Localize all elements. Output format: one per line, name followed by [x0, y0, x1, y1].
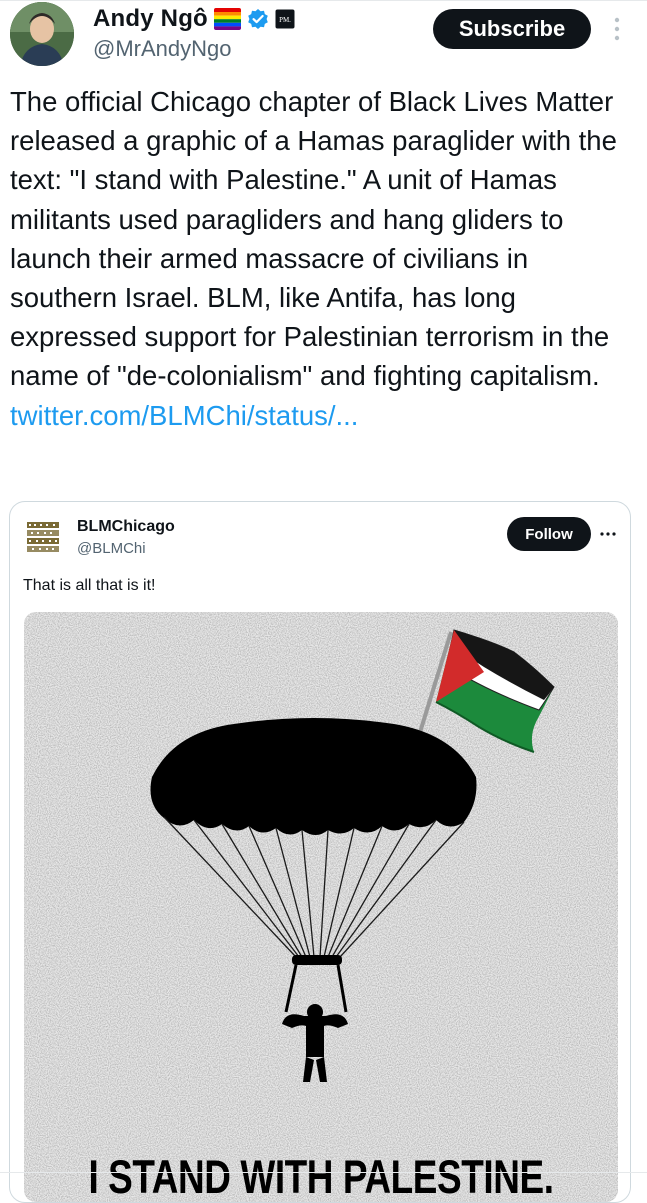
- top-divider: [0, 0, 647, 1]
- quoted-author-handle[interactable]: @BLMChi: [77, 540, 146, 557]
- quoted-author-avatar[interactable]: [26, 520, 60, 554]
- quoted-author-name[interactable]: BLMChicago: [77, 518, 175, 536]
- author-handle[interactable]: @MrAndyNgo: [93, 36, 232, 62]
- tweet-text: The official Chicago chapter of Black Li…: [10, 82, 635, 435]
- rainbow-flag-icon: [213, 8, 241, 30]
- more-horizontal-icon[interactable]: [598, 524, 618, 544]
- subscribe-button[interactable]: Subscribe: [433, 9, 591, 49]
- affiliate-badge-text: PM.: [279, 16, 291, 24]
- author-display-name[interactable]: Andy Ngô: [93, 5, 208, 33]
- quoted-tweet-text: That is all that is it!: [23, 577, 156, 594]
- tweet-body: The official Chicago chapter of Black Li…: [10, 86, 617, 392]
- quoted-tweet-card[interactable]: BLMChicago @BLMChi Follow That is all th…: [9, 501, 631, 1203]
- poster-caption: I STAND WITH PALESTINE.: [88, 1151, 553, 1202]
- follow-button[interactable]: Follow: [507, 517, 591, 551]
- verified-badge-icon[interactable]: [247, 8, 269, 30]
- author-name-row: Andy Ngô PM.: [93, 2, 295, 36]
- more-vertical-icon[interactable]: [608, 14, 626, 44]
- author-avatar[interactable]: [10, 2, 74, 66]
- quoted-tweet-image[interactable]: I STAND WITH PALESTINE.: [24, 612, 618, 1202]
- affiliate-badge-icon[interactable]: PM.: [275, 9, 295, 29]
- bottom-divider: [0, 1172, 647, 1173]
- paraglider-canopy-icon: [150, 718, 477, 835]
- tweet-link[interactable]: twitter.com/BLMChi/status/...: [10, 400, 358, 431]
